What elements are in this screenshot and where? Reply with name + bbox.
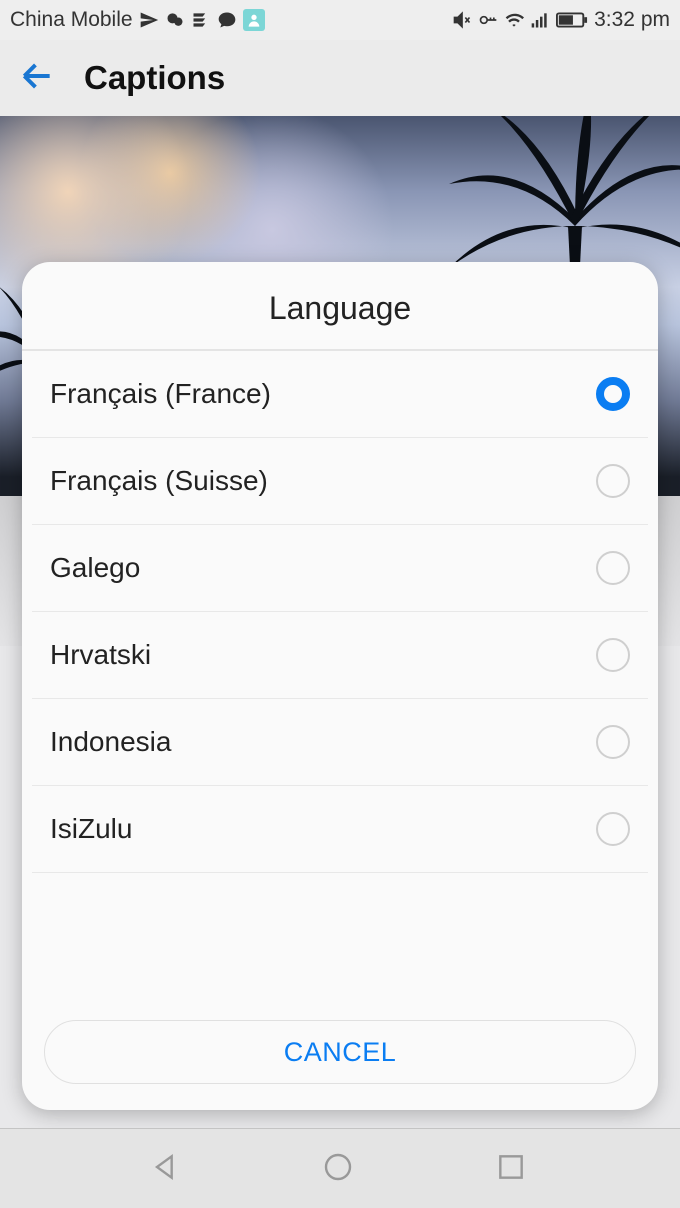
navigation-bar <box>0 1128 680 1208</box>
status-bar: China Mobile 3:32 pm <box>0 0 680 40</box>
language-label: Galego <box>50 552 140 584</box>
status-right: 3:32 pm <box>452 8 670 32</box>
avatar-icon <box>243 9 265 31</box>
nav-home-icon[interactable] <box>322 1151 358 1187</box>
language-label: IsiZulu <box>50 813 132 845</box>
carrier-label: China Mobile <box>10 8 133 32</box>
signal-icon <box>530 10 550 30</box>
mute-icon <box>452 10 472 30</box>
dialog-title: Language <box>22 262 658 351</box>
language-option[interactable] <box>32 873 648 893</box>
radio-icon[interactable] <box>596 812 630 846</box>
app-bar: Captions <box>0 40 680 116</box>
language-option[interactable]: Hrvatski <box>32 612 648 699</box>
language-label: Français (France) <box>50 378 271 410</box>
language-option[interactable]: Galego <box>32 525 648 612</box>
language-label: Indonesia <box>50 726 171 758</box>
dialog-footer: CANCEL <box>22 1000 658 1110</box>
radio-icon[interactable] <box>596 377 630 411</box>
language-label: Hrvatski <box>50 639 151 671</box>
cancel-button[interactable]: CANCEL <box>44 1020 636 1084</box>
status-left: China Mobile <box>10 8 265 32</box>
language-dialog: Language Français (France) Français (Suis… <box>22 262 658 1110</box>
language-option[interactable]: IsiZulu <box>32 786 648 873</box>
language-label: Français (Suisse) <box>50 465 268 497</box>
radio-icon[interactable] <box>596 638 630 672</box>
nav-back-icon[interactable] <box>149 1151 185 1187</box>
radio-icon[interactable] <box>596 464 630 498</box>
page-title: Captions <box>84 59 225 97</box>
language-option[interactable]: Français (Suisse) <box>32 438 648 525</box>
language-list[interactable]: Français (France) Français (Suisse) Galego… <box>22 351 658 1000</box>
radio-icon[interactable] <box>596 725 630 759</box>
language-option[interactable]: Indonesia <box>32 699 648 786</box>
wechat-icon <box>165 10 185 30</box>
vpn-key-icon <box>478 10 498 30</box>
clock-label: 3:32 pm <box>594 8 670 32</box>
language-option[interactable]: Français (France) <box>32 351 648 438</box>
back-arrow-icon[interactable] <box>18 57 56 100</box>
stack-icon <box>191 10 211 30</box>
send-icon <box>139 10 159 30</box>
wifi-icon <box>504 10 524 30</box>
nav-recent-icon[interactable] <box>495 1151 531 1187</box>
chat-icon <box>217 10 237 30</box>
battery-icon <box>556 10 588 30</box>
radio-icon[interactable] <box>596 551 630 585</box>
